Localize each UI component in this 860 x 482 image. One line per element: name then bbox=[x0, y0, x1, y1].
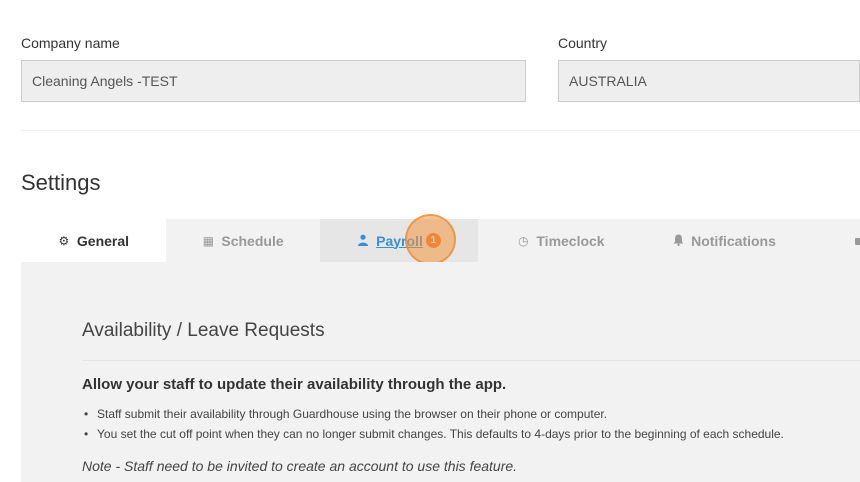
availability-heading: Availability / Leave Requests bbox=[82, 320, 325, 341]
tab-general[interactable]: ⚙ General bbox=[21, 219, 166, 262]
list-item: • Staff submit their availability through… bbox=[82, 407, 784, 427]
tab-timeclock[interactable]: ◷ Timeclock bbox=[478, 219, 644, 262]
tab-payroll[interactable]: Payroll 1 bbox=[320, 219, 478, 262]
general-settings-panel: Availability / Leave Requests Allow your… bbox=[21, 262, 860, 482]
section-divider bbox=[21, 130, 860, 131]
tab-label: Schedule bbox=[221, 232, 284, 249]
tab-label: General bbox=[76, 232, 130, 249]
tab-label: Payroll bbox=[376, 232, 423, 249]
availability-bullets: • Staff submit their availability through… bbox=[82, 407, 784, 447]
country-label: Country bbox=[558, 35, 608, 51]
company-name-input[interactable] bbox=[21, 60, 526, 102]
bell-icon bbox=[672, 234, 684, 248]
settings-tabs: ⚙ General ▦ Schedule Payroll 1 ◷ Timeclo… bbox=[21, 219, 860, 262]
bullet-text: You set the cut off point when they can … bbox=[97, 427, 784, 441]
settings-title: Settings bbox=[21, 170, 101, 195]
heading-divider bbox=[82, 360, 860, 361]
availability-note: Note - Staff need to be invited to creat… bbox=[82, 458, 518, 474]
gear-icon: ⚙ bbox=[58, 233, 70, 248]
country-input[interactable] bbox=[558, 60, 860, 102]
tab-label: Notifications bbox=[691, 232, 776, 249]
clock-icon: ◷ bbox=[518, 233, 529, 248]
tab-more-partial[interactable] bbox=[804, 219, 860, 262]
partial-tab-icon bbox=[852, 234, 860, 248]
tab-notifications[interactable]: Notifications bbox=[644, 219, 804, 262]
availability-subheading: Allow your staff to update their availab… bbox=[82, 376, 507, 393]
user-icon bbox=[357, 234, 369, 248]
bullet-text: Staff submit their availability through … bbox=[97, 407, 608, 421]
bullet-icon: • bbox=[84, 427, 89, 441]
company-name-label: Company name bbox=[21, 35, 120, 51]
calendar-icon: ▦ bbox=[202, 233, 215, 248]
tab-label: Timeclock bbox=[536, 232, 605, 249]
list-item: • You set the cut off point when they can… bbox=[82, 427, 784, 447]
bullet-icon: • bbox=[84, 407, 89, 421]
payroll-badge: 1 bbox=[425, 233, 441, 248]
tab-schedule[interactable]: ▦ Schedule bbox=[166, 219, 320, 262]
